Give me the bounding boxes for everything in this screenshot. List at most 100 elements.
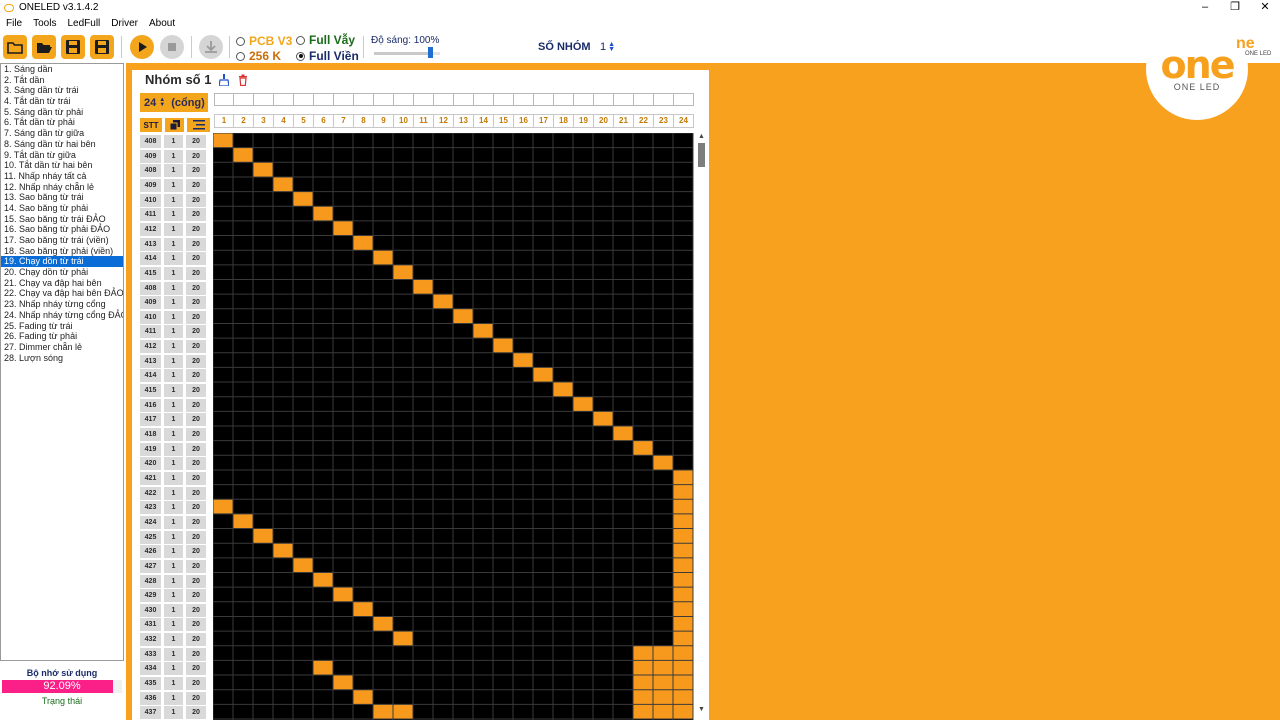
row-index-cell[interactable]: 436 — [140, 691, 161, 705]
row-repeat-cell[interactable]: 1 — [164, 559, 183, 573]
row-repeat-cell[interactable]: 1 — [164, 281, 183, 295]
row-index-cell[interactable]: 434 — [140, 662, 161, 676]
row-repeat-cell[interactable]: 1 — [164, 354, 183, 368]
row-delay-cell[interactable]: 20 — [186, 164, 206, 178]
stop-button[interactable] — [160, 35, 184, 59]
row-index-cell[interactable]: 412 — [140, 340, 161, 354]
port-input-cell[interactable] — [414, 93, 434, 106]
led-cell-on[interactable] — [653, 675, 673, 690]
led-cell-on[interactable] — [633, 675, 653, 690]
menu-ledfull[interactable]: LedFull — [61, 18, 105, 29]
led-cell-on[interactable] — [513, 352, 533, 368]
row-delay-cell[interactable]: 20 — [186, 442, 206, 456]
port-input-cell[interactable] — [474, 93, 494, 106]
column-header[interactable]: 5 — [294, 114, 314, 128]
row-repeat-cell[interactable]: 1 — [164, 252, 183, 266]
row-repeat-cell[interactable]: 1 — [164, 633, 183, 647]
led-cell-on[interactable] — [673, 513, 693, 529]
row-delay-cell[interactable]: 20 — [186, 589, 206, 603]
effect-list-item[interactable]: 7. Sáng dần từ giữa — [1, 128, 123, 139]
led-cell-on[interactable] — [413, 279, 433, 295]
row-index-cell[interactable]: 409 — [140, 149, 161, 163]
port-input-cell[interactable] — [674, 93, 694, 106]
led-cell-on[interactable] — [633, 645, 653, 661]
column-header[interactable]: 10 — [394, 114, 414, 128]
row-index-cell[interactable]: 409 — [140, 296, 161, 310]
led-cell-on[interactable] — [613, 426, 633, 441]
full-vay-radio[interactable]: Full Vẫy — [296, 33, 355, 47]
port-input-cell[interactable] — [214, 93, 234, 106]
row-delay-cell[interactable]: 20 — [186, 457, 206, 471]
row-index-cell[interactable]: 415 — [140, 266, 161, 280]
column-header[interactable]: 8 — [354, 114, 374, 128]
trash-icon[interactable] — [238, 74, 248, 86]
column-header[interactable]: 3 — [254, 114, 274, 128]
menu-driver[interactable]: Driver — [105, 18, 143, 29]
row-repeat-cell[interactable]: 1 — [164, 662, 183, 676]
row-index-cell[interactable]: 410 — [140, 193, 161, 207]
row-index-cell[interactable]: 412 — [140, 222, 161, 236]
row-index-cell[interactable]: 416 — [140, 398, 161, 412]
row-delay-cell[interactable]: 20 — [186, 515, 206, 529]
led-cell-on[interactable] — [673, 572, 693, 588]
port-input-cell[interactable] — [374, 93, 394, 106]
led-cell-on[interactable] — [493, 338, 513, 353]
row-repeat-cell[interactable]: 1 — [164, 589, 183, 603]
led-cell-on[interactable] — [253, 162, 273, 177]
led-cell-on[interactable] — [233, 513, 253, 529]
row-repeat-cell[interactable]: 1 — [164, 618, 183, 632]
row-delay-cell[interactable]: 20 — [186, 618, 206, 632]
row-index-cell[interactable]: 419 — [140, 442, 161, 456]
led-cell-on[interactable] — [393, 264, 413, 280]
row-delay-cell[interactable]: 20 — [186, 633, 206, 647]
row-index-cell[interactable]: 431 — [140, 618, 161, 632]
row-index-cell[interactable]: 417 — [140, 413, 161, 427]
effect-list-item[interactable]: 25. Fading từ trái — [1, 321, 123, 332]
led-cell-on[interactable] — [533, 367, 553, 383]
column-header[interactable]: 24 — [674, 114, 694, 128]
menu-about[interactable]: About — [143, 18, 180, 29]
effect-list-item[interactable]: 18. Sao băng từ phải (viền) — [1, 246, 123, 257]
vertical-scrollbar[interactable]: ▲ ▼ — [696, 133, 707, 716]
row-delay-cell[interactable]: 20 — [186, 501, 206, 515]
brightness-slider[interactable] — [374, 47, 440, 58]
effect-list-item[interactable]: 2. Tắt dần — [1, 75, 123, 86]
effect-list-item[interactable]: 19. Chạy dồn từ trái — [1, 256, 123, 268]
align-column-button[interactable] — [187, 118, 210, 132]
port-input-cell[interactable] — [274, 93, 294, 106]
effect-list-item[interactable]: 8. Sáng dần từ hai bên — [1, 139, 123, 150]
download-button[interactable] — [199, 35, 223, 59]
row-delay-cell[interactable]: 20 — [186, 413, 206, 427]
row-repeat-cell[interactable]: 1 — [164, 442, 183, 456]
column-header[interactable]: 20 — [594, 114, 614, 128]
port-input-cell[interactable] — [354, 93, 374, 106]
led-cell-on[interactable] — [653, 455, 673, 470]
row-index-cell[interactable]: 408 — [140, 164, 161, 178]
menu-tools[interactable]: Tools — [27, 18, 61, 29]
led-cell-on[interactable] — [353, 601, 373, 617]
row-index-cell[interactable]: 413 — [140, 354, 161, 368]
effect-list-item[interactable]: 3. Sáng dần từ trái — [1, 85, 123, 96]
row-index-cell[interactable]: 435 — [140, 677, 161, 691]
full-vien-radio[interactable]: Full Viền — [296, 49, 359, 63]
row-index-cell[interactable]: 408 — [140, 281, 161, 295]
column-header[interactable]: 9 — [374, 114, 394, 128]
led-cell-on[interactable] — [273, 543, 293, 558]
port-input-cell[interactable] — [594, 93, 614, 106]
row-delay-cell[interactable]: 20 — [186, 296, 206, 310]
effect-list-item[interactable]: 9. Tắt dần từ giữa — [1, 150, 123, 161]
row-repeat-cell[interactable]: 1 — [164, 398, 183, 412]
row-repeat-cell[interactable]: 1 — [164, 135, 183, 148]
column-header[interactable]: 19 — [574, 114, 594, 128]
row-index-cell[interactable]: 424 — [140, 515, 161, 529]
effect-list-item[interactable]: 28. Lượn sóng — [1, 353, 123, 364]
port-input-cell[interactable] — [574, 93, 594, 106]
effect-list-item[interactable]: 21. Chạy va đập hai bên — [1, 278, 123, 289]
row-delay-cell[interactable]: 20 — [186, 135, 206, 148]
led-cell-on[interactable] — [393, 631, 413, 646]
port-input-cell[interactable] — [434, 93, 454, 106]
row-repeat-cell[interactable]: 1 — [164, 310, 183, 324]
clear-brush-icon[interactable] — [219, 74, 229, 86]
effect-list-item[interactable]: 12. Nhấp nháy chẵn lẻ — [1, 182, 123, 193]
led-cell-on[interactable] — [333, 675, 353, 690]
